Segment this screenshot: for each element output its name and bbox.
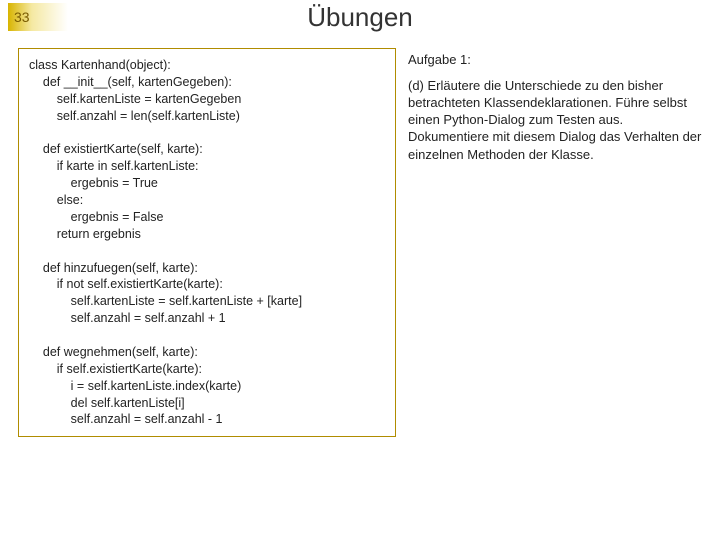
code-line: def __init__(self, kartenGegeben): <box>29 74 385 91</box>
code-line: else: <box>29 192 385 209</box>
code-line: ergebnis = False <box>29 209 385 226</box>
code-line: self.kartenListe = kartenGegeben <box>29 91 385 108</box>
code-line: self.anzahl = len(self.kartenListe) <box>29 108 385 125</box>
code-line: self.kartenListe = self.kartenListe + [k… <box>29 293 385 310</box>
code-line: def wegnehmen(self, karte): <box>29 344 385 361</box>
code-line: del self.kartenListe[i] <box>29 395 385 412</box>
code-line: def hinzufuegen(self, karte): <box>29 260 385 277</box>
slide-content: class Kartenhand(object): def __init__(s… <box>0 40 720 447</box>
code-listing: class Kartenhand(object): def __init__(s… <box>18 48 396 437</box>
code-line: if self.existiertKarte(karte): <box>29 361 385 378</box>
code-line <box>29 327 385 344</box>
code-line: def existiertKarte(self, karte): <box>29 141 385 158</box>
code-line <box>29 243 385 260</box>
code-line: ergebnis = True <box>29 175 385 192</box>
code-line: return ergebnis <box>29 226 385 243</box>
slide-title: Übungen <box>0 2 720 33</box>
code-line <box>29 125 385 142</box>
slide-header: 33 Übungen <box>0 0 720 40</box>
code-line: if not self.existiertKarte(karte): <box>29 276 385 293</box>
code-line: self.anzahl = self.anzahl + 1 <box>29 310 385 327</box>
code-line: i = self.kartenListe.index(karte) <box>29 378 385 395</box>
task-label: Aufgabe 1: <box>408 52 702 67</box>
code-line: if karte in self.kartenListe: <box>29 158 385 175</box>
code-line: class Kartenhand(object): <box>29 57 385 74</box>
code-line: self.anzahl = self.anzahl - 1 <box>29 411 385 428</box>
task-panel: Aufgabe 1: (d) Erläutere die Unterschied… <box>408 48 702 437</box>
task-text: (d) Erläutere die Unterschiede zu den bi… <box>408 77 702 163</box>
